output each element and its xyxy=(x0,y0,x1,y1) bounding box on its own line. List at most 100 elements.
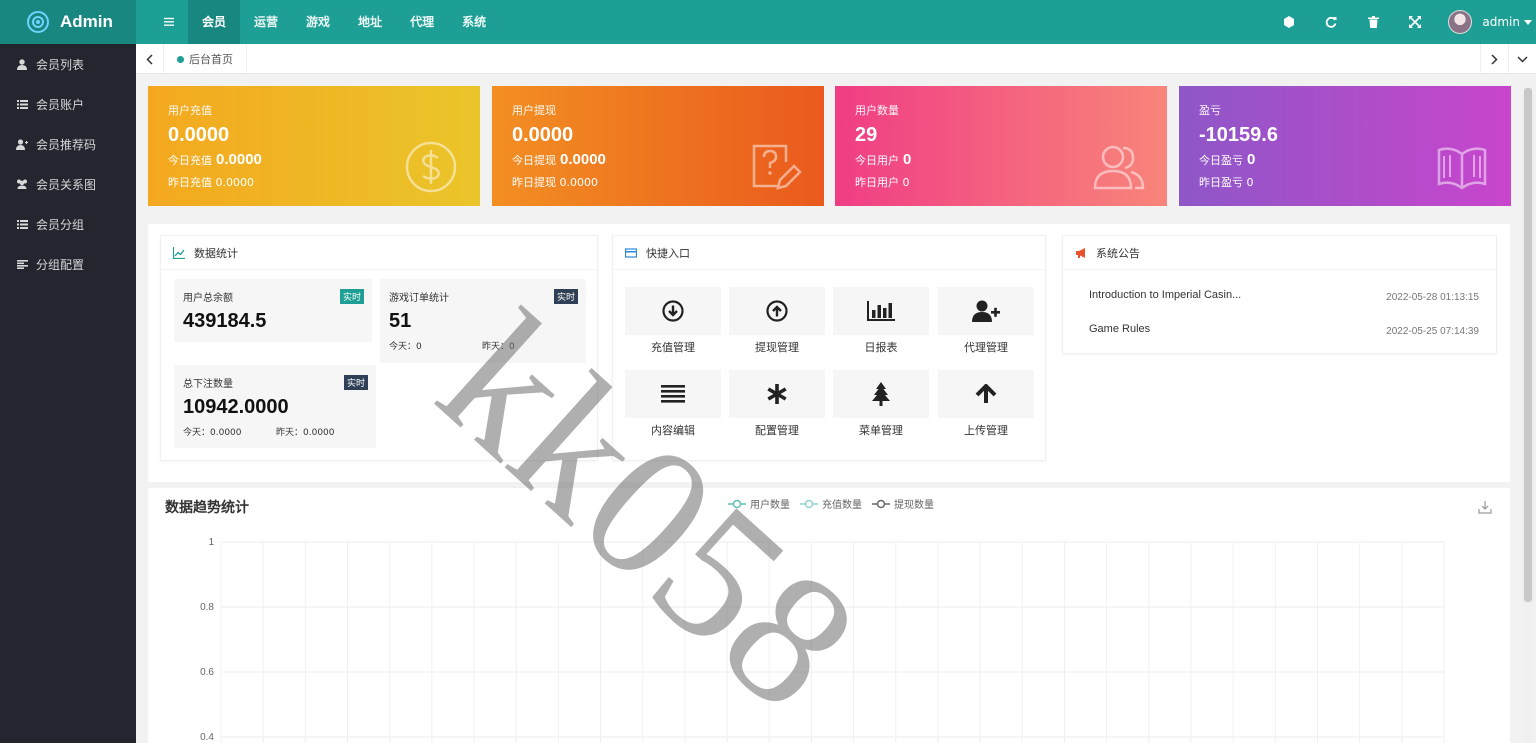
lines-icon xyxy=(661,385,685,403)
logo[interactable]: Admin xyxy=(0,0,136,44)
chevron-down-icon xyxy=(1524,19,1532,25)
sidebar-item-member-account[interactable]: 会员账户 xyxy=(0,84,136,124)
sidebar-item-member-group[interactable]: 会员分组 xyxy=(0,204,136,244)
realtime-badge: 实时 xyxy=(553,289,578,304)
align-icon xyxy=(16,258,28,270)
stat-card-users: 用户数量 29 今日用户 0 昨日用户 0 xyxy=(835,86,1167,206)
tab-scroll-left-button[interactable] xyxy=(136,44,164,74)
stat-box-yesterday: 昨天：0 xyxy=(482,342,515,352)
quick-withdraw-manage[interactable]: 提现管理 xyxy=(729,287,825,367)
menu-icon xyxy=(164,17,174,26)
quick-item-label: 提现管理 xyxy=(755,341,799,354)
stat-box-today: 今天：0 xyxy=(389,342,422,352)
page-scrollbar[interactable] xyxy=(1522,86,1534,743)
topnav-item-member[interactable]: 会员 xyxy=(188,0,241,44)
sidebar-item-relation-graph[interactable]: 会员关系图 xyxy=(0,164,136,204)
card-yesterday-label: 昨日用户 xyxy=(855,176,899,189)
top-nav: 会员 运营 游戏 地址 代理 系统 xyxy=(150,0,500,44)
topnav-item-operation[interactable]: 运营 xyxy=(240,0,292,44)
tab-home-label: 后台首页 xyxy=(189,53,233,66)
stat-card-recharge: 用户充值 0.0000 今日充值 0.0000 昨日充值 0.0000 xyxy=(148,86,480,206)
quick-content-edit[interactable]: 内容编辑 xyxy=(625,370,721,450)
notice-panel-header: 系统公告 xyxy=(1063,236,1496,270)
bar-chart-icon xyxy=(867,301,895,321)
chevron-left-icon xyxy=(146,53,153,65)
card-today-label: 今日提现 xyxy=(512,154,556,167)
stat-box-sub: 今天：0.0000 昨天：0.0000 xyxy=(183,425,367,438)
notice-panel: 系统公告 Introduction to Imperial Casin... 2… xyxy=(1062,235,1497,354)
sidebar-item-referral-code[interactable]: 会员推荐码 xyxy=(0,124,136,164)
stat-box-total-bets: 总下注数量 实时 10942.0000 今天：0.0000 昨天：0.0000 xyxy=(174,365,376,448)
tab-home[interactable]: 后台首页 xyxy=(164,44,247,74)
notice-item[interactable]: Introduction to Imperial Casin... 2022-0… xyxy=(1089,289,1479,303)
credit-card-icon xyxy=(625,247,637,258)
quick-panel-title: 快捷入口 xyxy=(646,246,690,260)
quick-daily-report[interactable]: 日报表 xyxy=(833,287,929,367)
card-title: 用户提现 xyxy=(512,104,556,117)
add-user-icon xyxy=(972,300,1000,322)
tab-bar: 后台首页 xyxy=(136,44,1536,74)
quick-item-label: 配置管理 xyxy=(755,424,799,437)
quick-recharge-manage[interactable]: 充值管理 xyxy=(625,287,721,367)
chevron-down-icon xyxy=(1517,55,1528,63)
tab-menu-button[interactable] xyxy=(1508,44,1536,74)
topnav-item-agent[interactable]: 代理 xyxy=(396,0,448,44)
y-tick-label: 0.4 xyxy=(200,732,214,743)
stat-box-value: 51 xyxy=(389,310,412,332)
y-tick-label: 0.6 xyxy=(200,667,214,678)
quick-config-manage[interactable]: 配置管理 xyxy=(729,370,825,450)
theme-button[interactable] xyxy=(1268,0,1310,44)
clear-cache-button[interactable] xyxy=(1352,0,1394,44)
refresh-button[interactable] xyxy=(1310,0,1352,44)
quick-panel-header: 快捷入口 xyxy=(613,236,1045,270)
arrow-up-icon xyxy=(975,384,997,403)
avatar xyxy=(1448,10,1473,34)
scrollbar-thumb[interactable] xyxy=(1524,88,1532,602)
card-today-value: 0.0000 xyxy=(560,151,606,168)
sidebar: 会员列表 会员账户 会员推荐码 会员关系图 会员分组 分组配置 xyxy=(0,44,136,743)
sidebar-item-label: 会员分组 xyxy=(36,217,85,232)
user-menu[interactable]: admin xyxy=(1448,10,1532,34)
quick-agent-manage[interactable]: 代理管理 xyxy=(938,287,1034,367)
card-yesterday-label: 昨日提现 xyxy=(512,176,556,189)
stat-box-total-balance: 用户总余额 实时 439184.5 xyxy=(174,279,372,342)
stats-panel-title: 数据统计 xyxy=(194,246,238,260)
card-today-value: 0.0000 xyxy=(216,151,262,168)
notice-item[interactable]: Game Rules 2022-05-25 07:14:39 xyxy=(1089,323,1479,337)
asterisk-icon xyxy=(767,384,787,404)
y-tick-label: 0.8 xyxy=(200,602,214,613)
fullscreen-icon xyxy=(1409,16,1422,28)
card-today-label: 今日用户 xyxy=(855,154,899,167)
fullscreen-button[interactable] xyxy=(1394,0,1436,44)
topnav-item-system[interactable]: 系统 xyxy=(448,0,500,44)
card-yesterday-value: 0 xyxy=(1246,176,1254,189)
logo-icon xyxy=(27,11,49,33)
menu-toggle-button[interactable] xyxy=(150,0,188,44)
sidebar-item-group-config[interactable]: 分组配置 xyxy=(0,244,136,284)
card-title: 用户充值 xyxy=(168,104,212,117)
card-yesterday-label: 昨日盈亏 xyxy=(1199,176,1243,189)
quick-menu-manage[interactable]: 菜单管理 xyxy=(833,370,929,450)
stats-panel: 数据统计 用户总余额 实时 439184.5 游戏订单统计 实时 51 今天：0… xyxy=(160,235,598,461)
notice-title: Introduction to Imperial Casin... xyxy=(1089,289,1242,301)
card-title: 盈亏 xyxy=(1199,104,1221,117)
book-icon xyxy=(1437,147,1487,190)
sidebar-item-label: 会员列表 xyxy=(36,57,85,72)
card-title: 用户数量 xyxy=(855,104,899,117)
topnav-item-address[interactable]: 地址 xyxy=(344,0,396,44)
stat-box-game-orders: 游戏订单统计 实时 51 今天：0 昨天：0 xyxy=(380,279,586,363)
quick-item-label: 日报表 xyxy=(864,341,898,354)
chevron-right-icon xyxy=(1491,53,1498,65)
quick-upload-manage[interactable]: 上传管理 xyxy=(938,370,1034,450)
sidebar-item-member-list[interactable]: 会员列表 xyxy=(0,44,136,84)
tree-icon xyxy=(872,382,890,406)
notice-panel-title: 系统公告 xyxy=(1096,246,1140,260)
refresh-icon xyxy=(1326,16,1337,28)
users-icon xyxy=(16,178,28,190)
tab-scroll-right-button[interactable] xyxy=(1480,44,1508,74)
topnav-item-game[interactable]: 游戏 xyxy=(292,0,344,44)
users-icon xyxy=(1093,145,1145,190)
line-chart-icon xyxy=(173,246,185,259)
realtime-badge: 实时 xyxy=(339,289,364,304)
stat-box-title: 用户总余额 xyxy=(183,293,233,304)
